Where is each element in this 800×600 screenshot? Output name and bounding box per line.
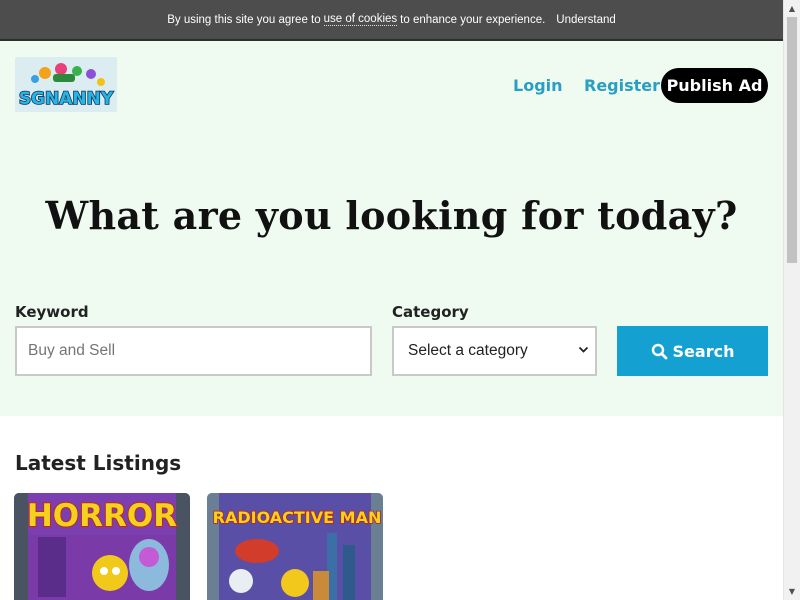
cookie-text-suffix: to enhance your experience. bbox=[400, 13, 546, 26]
cookie-text-prefix: By using this site you agree to bbox=[167, 13, 321, 26]
scroll-down-arrow-icon[interactable]: ▼ bbox=[784, 583, 800, 600]
keyword-label: Keyword bbox=[15, 303, 89, 321]
comic-cover-image: RADIOACTIVE MAN bbox=[207, 493, 383, 600]
comic-cover-image: HORROR bbox=[14, 493, 190, 600]
page-scrollbar[interactable]: ▲ ▼ bbox=[783, 0, 800, 600]
search-button-label: Search bbox=[672, 341, 735, 361]
logo-wordmark: SGNANNY bbox=[19, 89, 114, 109]
cover-title: RADIOACTIVE MAN bbox=[213, 508, 382, 527]
publish-ad-button[interactable]: Publish Ad bbox=[661, 68, 768, 103]
cookie-consent-bar: By using this site you agree to use of c… bbox=[0, 0, 783, 41]
site-logo[interactable]: SGNANNY bbox=[15, 57, 117, 112]
cookie-policy-link[interactable]: use of cookies bbox=[323, 13, 398, 26]
keyword-input[interactable] bbox=[15, 326, 372, 376]
listing-card[interactable]: RADIOACTIVE MAN bbox=[207, 493, 383, 600]
nav-login-link[interactable]: Login bbox=[513, 76, 563, 95]
category-selected-value: Select a category bbox=[408, 342, 528, 359]
cover-title: HORROR bbox=[27, 498, 177, 534]
search-icon bbox=[651, 343, 667, 359]
scrollbar-thumb[interactable] bbox=[787, 17, 797, 263]
cookie-understand-button[interactable]: Understand bbox=[556, 14, 615, 26]
category-select[interactable]: Select a category bbox=[392, 326, 597, 376]
search-button[interactable]: Search bbox=[617, 326, 768, 376]
chevron-down-icon bbox=[578, 346, 589, 353]
scroll-up-arrow-icon[interactable]: ▲ bbox=[784, 0, 800, 17]
logo-image: SGNANNY bbox=[15, 57, 117, 112]
hero-section: SGNANNY Login Register Publish Ad What a… bbox=[0, 41, 783, 416]
latest-listings-heading: Latest Listings bbox=[15, 451, 182, 475]
listing-card[interactable]: HORROR bbox=[14, 493, 190, 600]
nav-register-link[interactable]: Register bbox=[584, 76, 660, 95]
category-label: Category bbox=[392, 303, 469, 321]
hero-title: What are you looking for today? bbox=[45, 193, 738, 238]
